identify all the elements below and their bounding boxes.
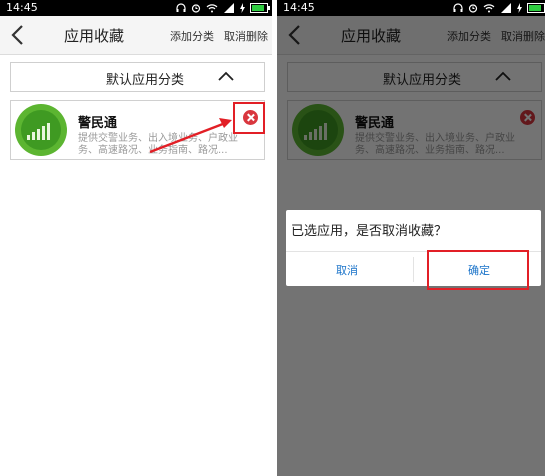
arrow-annotation (149, 118, 232, 154)
favorites-screen: 14:45 应用收藏 添加分类 取消删除 默认应用分类 警民通 提供交警业务、出… (0, 0, 272, 476)
confirm-button-highlight (427, 250, 529, 290)
alarm-icon (468, 4, 478, 13)
status-bar: 14:45 (277, 0, 545, 16)
status-time: 14:45 (283, 1, 315, 14)
charging-icon (517, 3, 522, 13)
battery-icon (527, 3, 545, 13)
cancel-button[interactable]: 取消 (336, 262, 358, 278)
dialog-message: 已选应用，是否取消收藏？ (291, 224, 448, 239)
confirm-screen: 14:45 应用收藏 添加分类 取消删除 默认应用分类 (277, 0, 545, 476)
headphone-icon (453, 3, 463, 12)
wifi-icon (483, 4, 495, 13)
signal-icon (501, 3, 511, 13)
